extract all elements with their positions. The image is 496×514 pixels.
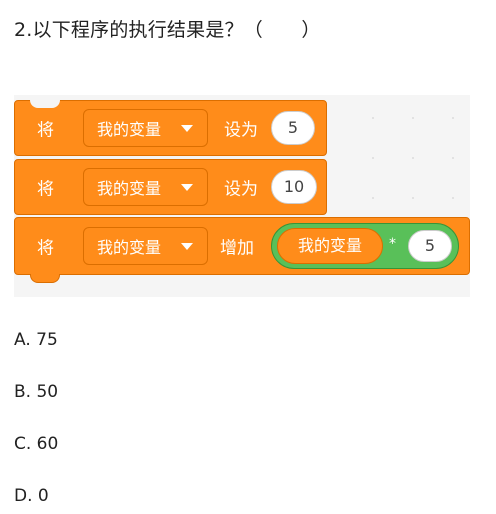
grid-dot bbox=[412, 197, 414, 199]
multiply-operator[interactable]: 我的变量 * 5 bbox=[271, 223, 459, 269]
variable-dropdown[interactable]: 我的变量 bbox=[83, 109, 208, 147]
operand-input[interactable]: 5 bbox=[408, 230, 452, 262]
grid-dot bbox=[452, 157, 454, 159]
dropdown-caret-icon bbox=[181, 184, 193, 191]
option-d[interactable]: D. 0 bbox=[14, 486, 49, 506]
variable-name: 我的变量 bbox=[97, 179, 162, 198]
variable-dropdown[interactable]: 我的变量 bbox=[83, 227, 208, 265]
variable-dropdown[interactable]: 我的变量 bbox=[83, 168, 208, 206]
grid-dot bbox=[452, 197, 454, 199]
block-label: 将 bbox=[37, 179, 54, 200]
variable-name: 我的变量 bbox=[97, 238, 162, 257]
grid-dot bbox=[452, 117, 454, 119]
grid-dot bbox=[412, 157, 414, 159]
block-label: 将 bbox=[37, 238, 54, 259]
code-workspace: 将 我的变量 设为 5 将 我的变量 设为 10 将 我的变量 增加 我的变量 … bbox=[14, 95, 470, 297]
block-action: 增加 bbox=[220, 238, 254, 259]
grid-dot bbox=[372, 117, 374, 119]
option-a[interactable]: A. 75 bbox=[14, 330, 58, 350]
option-b[interactable]: B. 50 bbox=[14, 382, 58, 402]
set-variable-block-2[interactable]: 将 我的变量 设为 10 bbox=[14, 159, 327, 215]
block-label: 将 bbox=[37, 120, 54, 141]
variable-name: 我的变量 bbox=[97, 120, 162, 139]
option-c[interactable]: C. 60 bbox=[14, 434, 58, 454]
dropdown-caret-icon bbox=[181, 243, 193, 250]
block-action: 设为 bbox=[224, 179, 258, 200]
change-variable-block[interactable]: 将 我的变量 增加 我的变量 * 5 bbox=[14, 217, 470, 283]
question-text: 2.以下程序的执行结果是？（ ） bbox=[14, 19, 321, 41]
operator-symbol: * bbox=[389, 236, 396, 252]
grid-dot bbox=[372, 197, 374, 199]
value-input[interactable]: 5 bbox=[271, 111, 315, 145]
value-input[interactable]: 10 bbox=[271, 170, 317, 204]
variable-reporter[interactable]: 我的变量 bbox=[277, 228, 383, 264]
dropdown-caret-icon bbox=[181, 125, 193, 132]
set-variable-block-1[interactable]: 将 我的变量 设为 5 bbox=[14, 100, 327, 156]
grid-dot bbox=[372, 157, 374, 159]
grid-dot bbox=[412, 117, 414, 119]
block-action: 设为 bbox=[224, 120, 258, 141]
